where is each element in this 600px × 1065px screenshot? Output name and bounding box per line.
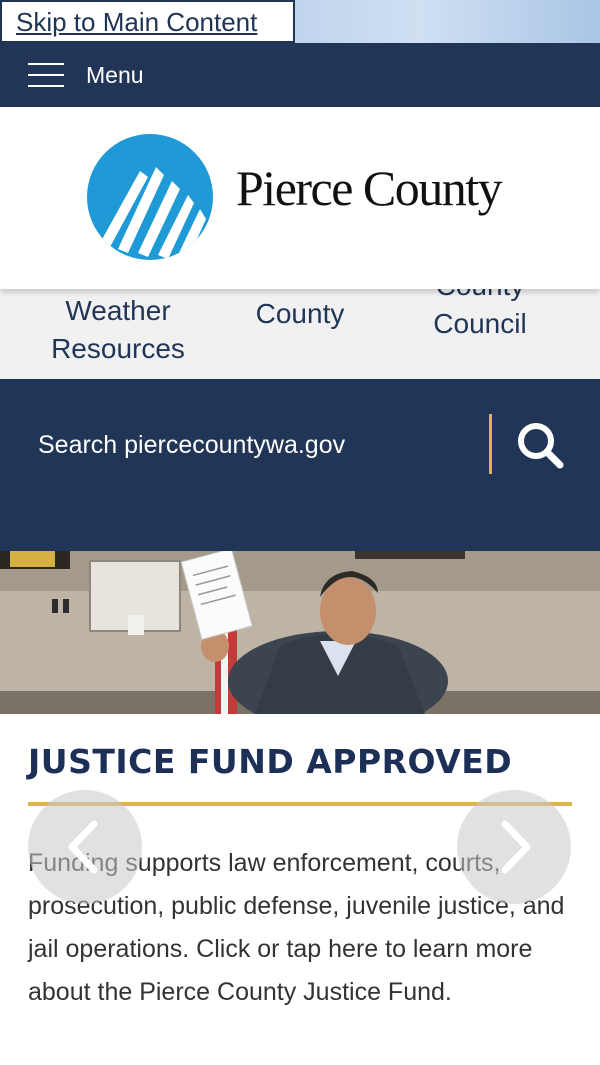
- quick-links-carousel: Weather Resources Pierce County County C…: [0, 289, 600, 379]
- slide-title[interactable]: JUSTICE FUND APPROVED: [28, 742, 512, 781]
- site-header-logo[interactable]: Pierce County: [0, 107, 600, 289]
- skip-to-main-content-link[interactable]: Skip to Main Content: [0, 0, 295, 43]
- sky-banner: Skip to Main Content: [0, 0, 600, 43]
- menu-bar: Menu: [0, 43, 600, 107]
- pierce-county-logo-icon: [87, 134, 213, 260]
- hero-photo: [0, 551, 600, 714]
- carousel-next-button[interactable]: [457, 790, 571, 904]
- quicklink-weather-resources[interactable]: Weather Resources: [28, 292, 208, 368]
- quicklink-county-council[interactable]: County Council: [395, 289, 565, 343]
- hero-photo-illustration: [0, 551, 600, 714]
- search-divider: [489, 414, 492, 474]
- hamburger-icon: [28, 63, 64, 87]
- chevron-right-icon: [501, 820, 531, 874]
- menu-label: Menu: [86, 61, 144, 88]
- site-name: Pierce County: [236, 160, 503, 216]
- search-icon: [518, 423, 564, 469]
- search-button[interactable]: [510, 414, 570, 474]
- search-input[interactable]: [38, 422, 478, 468]
- menu-button[interactable]: Menu: [28, 43, 144, 107]
- carousel-previous-button[interactable]: [28, 790, 142, 904]
- chevron-left-icon: [68, 820, 98, 874]
- quicklink-pierce-county[interactable]: Pierce County: [215, 289, 385, 333]
